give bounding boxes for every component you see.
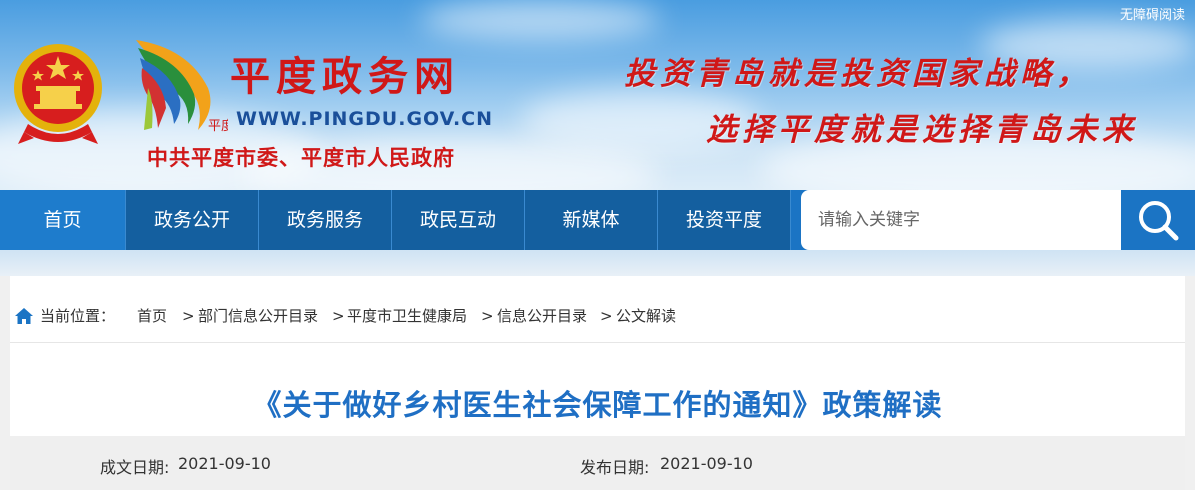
breadcrumb-separator: >	[182, 307, 195, 325]
site-url: WWW.PINGDU.GOV.CN	[236, 108, 494, 130]
breadcrumb-document-interpretation[interactable]: 公文解读	[616, 304, 676, 328]
breadcrumb-divider	[10, 342, 1185, 343]
site-title: 平度政务网	[230, 53, 460, 100]
nav-item-citizen-interaction[interactable]: 政民互动	[392, 190, 525, 250]
breadcrumb-health-bureau[interactable]: 平度市卫生健康局	[347, 304, 467, 328]
search-box	[801, 190, 1121, 250]
breadcrumb-separator: >	[332, 307, 345, 325]
home-icon	[15, 308, 33, 324]
published-date-label: 发布日期:	[580, 458, 650, 477]
page-root: 无障碍阅读 平度 平度政务网 WWW.PINGDU.GOV.CN 中共平度市委、…	[0, 0, 1195, 490]
nav-item-invest-pingdu[interactable]: 投资平度	[658, 190, 791, 250]
article-container: 当前位置： 首页 > 部门信息公开目录 > 平度市卫生健康局 > 信息公开目录 …	[10, 276, 1185, 490]
nav-item-government-services[interactable]: 政务服务	[259, 190, 392, 250]
article-title: 《关于做好乡村医生社会保障工作的通知》政策解读	[252, 388, 943, 422]
slogan-line-1: 投资青岛就是投资国家战略，	[624, 56, 1092, 92]
banner-cloud	[420, 0, 660, 40]
logo-mark-text: 平度	[208, 118, 228, 134]
created-date-value: 2021-09-10	[178, 454, 271, 473]
search-button[interactable]	[1121, 190, 1195, 250]
breadcrumb-home[interactable]: 首页	[137, 304, 167, 328]
created-date-label: 成文日期:	[100, 458, 170, 477]
breadcrumb-separator: >	[481, 307, 494, 325]
pingdu-logo-icon: 平度	[136, 40, 228, 134]
nav-shadow-strip	[0, 250, 1195, 276]
article-meta-bar: 成文日期: 2021-09-10 发布日期: 2021-09-10	[10, 436, 1185, 490]
breadcrumb-info-catalog[interactable]: 信息公开目录	[497, 304, 587, 328]
national-emblem-icon	[14, 44, 102, 144]
accessibility-link[interactable]: 无障碍阅读	[1120, 4, 1185, 23]
search-icon	[1139, 201, 1179, 241]
nav-item-government-affairs-disclosure[interactable]: 政务公开	[126, 190, 259, 250]
nav-item-new-media[interactable]: 新媒体	[525, 190, 658, 250]
site-organization: 中共平度市委、平度市人民政府	[147, 146, 455, 170]
published-date-value: 2021-09-10	[660, 454, 753, 473]
breadcrumb-label: 当前位置：	[40, 307, 116, 325]
nav-item-home[interactable]: 首页	[0, 190, 126, 250]
breadcrumb-separator: >	[600, 307, 613, 325]
breadcrumb-department-catalog[interactable]: 部门信息公开目录	[198, 304, 318, 328]
search-input[interactable]	[801, 190, 1121, 250]
header-banner: 无障碍阅读 平度 平度政务网 WWW.PINGDU.GOV.CN 中共平度市委、…	[0, 0, 1195, 190]
slogan-line-2: 选择平度就是选择青岛未来	[706, 112, 1138, 148]
main-nav: 首页 政务公开 政务服务 政民互动 新媒体 投资平度	[0, 190, 1195, 250]
